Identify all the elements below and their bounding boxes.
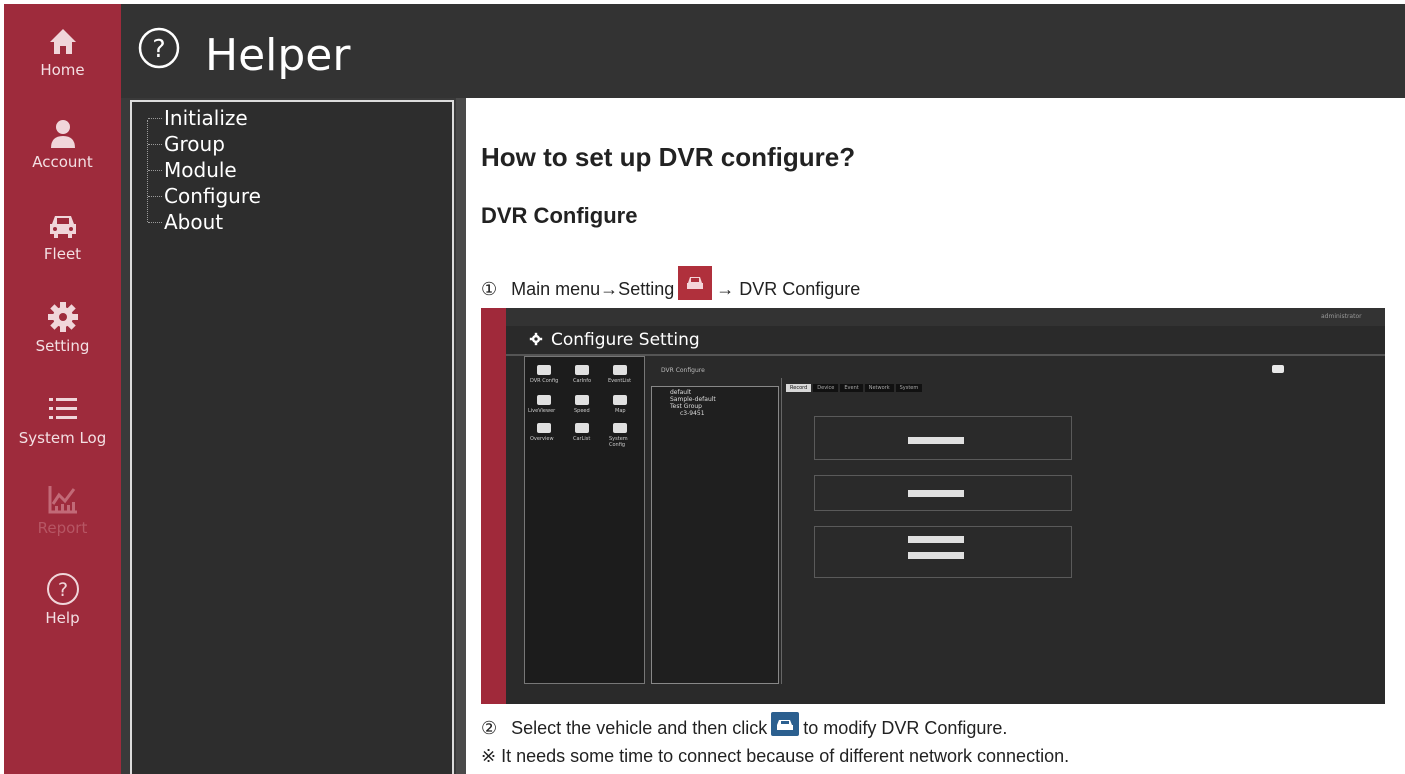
icon-label: LiveViewer — [528, 408, 556, 414]
map-icon — [613, 395, 627, 405]
settings-field — [908, 437, 964, 444]
live-viewer-icon — [537, 395, 551, 405]
nav-fleet-label: Fleet — [43, 245, 82, 263]
tree-node: Test Group — [670, 403, 702, 410]
system-config-icon — [613, 423, 627, 433]
question-icon: ? — [46, 573, 79, 605]
tree-connector — [147, 120, 148, 222]
tree-item-initialize[interactable]: Initialize — [148, 106, 248, 130]
edit-dvr-icon — [1272, 365, 1284, 373]
edit-dvr-button-icon — [771, 712, 800, 736]
tab-system: System — [895, 384, 923, 392]
nav-report[interactable]: Report — [4, 482, 121, 562]
icon-label: Map — [615, 408, 626, 414]
nav-home[interactable]: Home — [4, 24, 121, 104]
screenshot-title: Configure Setting — [551, 330, 700, 350]
screenshot-panel-title: DVR Configure — [661, 367, 705, 374]
step-2-text: Select the vehicle and then click — [511, 717, 768, 738]
main-sidebar: Home Account Fleet Setting System Log Re… — [4, 4, 121, 774]
nav-system-log[interactable]: System Log — [4, 392, 121, 472]
speed-icon — [575, 395, 589, 405]
content-subheading: DVR Configure — [481, 203, 638, 228]
step-1: ① Main menu→Setting → DVR Configure — [481, 266, 861, 306]
car-info-icon — [575, 365, 589, 375]
tree-node: Sample-default — [670, 396, 716, 403]
icon-label: Speed — [574, 408, 590, 414]
nav-help-label: Help — [45, 609, 80, 627]
step-1-number: ① — [481, 278, 498, 299]
settings-field — [908, 536, 964, 543]
screenshot-topbar — [506, 308, 1385, 326]
nav-report-label: Report — [37, 519, 88, 537]
icon-label: CarList — [573, 436, 591, 442]
step-1-text: Main menu→Setting — [511, 278, 675, 299]
content-heading: How to set up DVR configure? — [481, 142, 856, 172]
settings-field — [908, 490, 964, 497]
tree-node: default — [670, 389, 692, 396]
gear-icon — [47, 302, 78, 332]
page-header: ? Helper — [121, 4, 1405, 98]
help-tree-panel: Initialize Group Module Configure About — [121, 98, 466, 774]
icon-label: CarInfo — [573, 378, 592, 384]
nav-fleet[interactable]: Fleet — [4, 208, 121, 288]
icon-label: DVR Config — [530, 378, 559, 384]
step-2-number: ② — [481, 717, 498, 738]
nav-account[interactable]: Account — [4, 116, 121, 196]
nav-setting[interactable]: Setting — [4, 300, 121, 380]
tree-item-group[interactable]: Group — [148, 132, 225, 156]
screenshot-icon-panel: DVR Config CarInfo EventList LiveViewer … — [524, 356, 645, 684]
dvr-config-icon — [537, 365, 551, 375]
overview-icon — [537, 423, 551, 433]
tree-item-about[interactable]: About — [147, 210, 223, 234]
home-icon — [49, 29, 76, 54]
chart-icon — [48, 486, 77, 514]
nav-setting-label: Setting — [35, 337, 90, 355]
icon-label: EventList — [608, 378, 632, 384]
icon-label: Overview — [530, 436, 554, 442]
tab-event: Event — [840, 384, 863, 392]
list-icon — [48, 398, 77, 419]
tree-node: c3-9451 — [680, 410, 705, 417]
dvr-config-screenshot: administrator Configure Setting DVR Conf… — [481, 308, 1385, 704]
step-2-text-after: to modify DVR Configure. — [803, 717, 1008, 738]
help-tree: Initialize Group Module Configure About — [130, 100, 454, 774]
tree-item-configure[interactable]: Configure — [148, 184, 261, 208]
tab-record: Record — [786, 384, 812, 392]
tab-device: Device — [813, 384, 839, 392]
content-note: ※ It needs some time to connect because … — [481, 746, 1070, 766]
event-list-icon — [613, 365, 627, 375]
step-2: ② Select the vehicle and then click to m… — [481, 712, 1008, 740]
icon-label: System Config — [609, 436, 628, 448]
page-title: Helper — [205, 30, 351, 81]
account-icon — [50, 120, 75, 148]
nav-account-label: Account — [32, 153, 93, 171]
gear-icon — [529, 332, 543, 346]
settings-field — [908, 552, 964, 559]
panel-divider[interactable] — [456, 98, 466, 774]
screenshot-tabs: Record Device Event Network System — [786, 384, 923, 392]
step-1-text-after: → DVR Configure — [716, 278, 861, 299]
question-icon: ? — [138, 27, 180, 69]
car-list-icon — [575, 423, 589, 433]
fleet-button-icon — [678, 266, 713, 300]
screenshot-user: administrator — [1321, 313, 1362, 320]
nav-home-label: Home — [40, 61, 85, 79]
tab-network: Network — [864, 384, 894, 392]
tree-item-module[interactable]: Module — [148, 158, 237, 182]
help-content: How to set up DVR configure? DVR Configu… — [466, 98, 1405, 774]
nav-help[interactable]: ? Help — [4, 572, 121, 652]
nav-system-log-label: System Log — [18, 429, 107, 447]
car-icon — [49, 216, 76, 238]
screenshot-vehicle-tree: default Sample-default Test Group c3-945… — [651, 386, 779, 684]
svg-text:?: ? — [57, 579, 67, 601]
svg-text:?: ? — [152, 34, 165, 63]
screenshot-sidebar — [481, 308, 506, 704]
